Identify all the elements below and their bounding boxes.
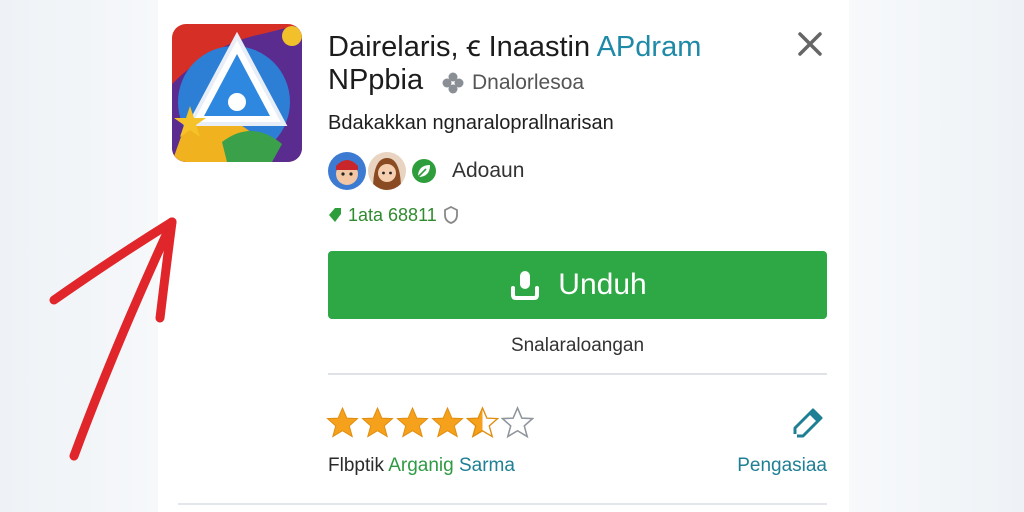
developer-icon	[442, 72, 464, 94]
edit-icon	[793, 408, 823, 438]
rating-summary-accent: Arganig	[388, 455, 454, 476]
star-icon[interactable]	[326, 406, 359, 439]
close-button[interactable]	[794, 28, 826, 60]
app-subtitle: Bdakakkan ngnaraloprallnarisan	[328, 112, 614, 134]
rating-summary: Flbptik Arganig Sarma	[328, 455, 515, 477]
install-stat: 1ata 68811	[328, 202, 459, 228]
avatar	[368, 152, 406, 190]
rating-summary-part1: Flbptik	[328, 455, 389, 476]
background-right	[849, 0, 1024, 512]
app-icon	[172, 24, 302, 162]
shield-icon	[443, 206, 458, 224]
bottom-divider	[178, 503, 827, 505]
star-icon[interactable]	[396, 406, 429, 439]
download-icon	[511, 271, 540, 300]
developer-info[interactable]: Dnalorlesoa	[442, 70, 584, 96]
download-label: Unduh	[558, 268, 647, 301]
avatar	[328, 152, 366, 190]
rating-summary-part2: Sarma	[453, 455, 515, 476]
star-rating[interactable]	[326, 402, 534, 442]
close-icon	[798, 32, 822, 56]
tag-icon	[329, 208, 341, 222]
app-title-line2: NPpbia	[328, 64, 424, 96]
download-button[interactable]: Unduh	[328, 251, 827, 319]
app-title: Dairelaris, ꞓ Inaastin APdram	[328, 26, 701, 65]
avatars-label: Adoaun	[452, 159, 525, 182]
star-icon[interactable]	[431, 406, 464, 439]
secondary-link[interactable]: Snalaraloangan	[328, 335, 827, 357]
edit-button[interactable]	[789, 404, 827, 442]
reviewer-avatars: Adoaun	[328, 150, 524, 192]
developer-name: Dnalorlesoa	[472, 71, 585, 94]
star-half-icon[interactable]	[466, 405, 499, 439]
review-link[interactable]: Pengasiaa	[700, 455, 827, 477]
red-arrow-annotation	[49, 217, 177, 461]
app-title-main: Dairelaris, ꞓ Inaastin	[328, 31, 597, 63]
star-icon[interactable]	[361, 406, 394, 439]
star-empty-icon[interactable]	[501, 405, 534, 439]
divider	[328, 373, 827, 375]
app-title-accent: APdram	[596, 31, 702, 63]
install-count: 1ata 68811	[348, 204, 437, 225]
leaf-badge-icon	[412, 159, 436, 183]
